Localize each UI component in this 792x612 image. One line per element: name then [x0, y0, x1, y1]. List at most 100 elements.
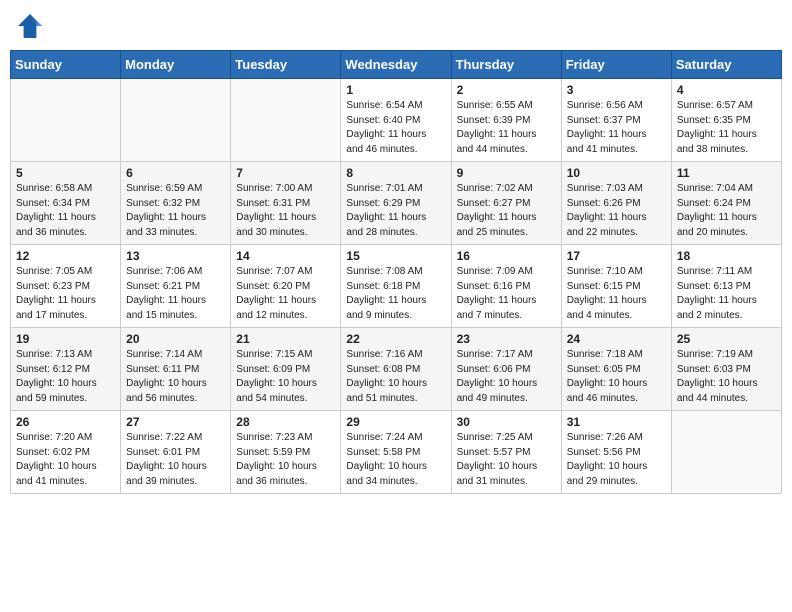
day-number: 31 [567, 415, 666, 429]
day-number: 24 [567, 332, 666, 346]
day-number: 28 [236, 415, 335, 429]
day-info: Sunrise: 6:54 AM Sunset: 6:40 PM Dayligh… [346, 99, 445, 157]
calendar-day-18: 18 Sunrise: 7:11 AM Sunset: 6:13 PM Dayli… [671, 245, 781, 328]
day-number: 7 [236, 166, 335, 180]
day-info: Sunrise: 7:14 AM Sunset: 6:11 PM Dayligh… [126, 348, 225, 406]
day-number: 10 [567, 166, 666, 180]
calendar-week-row: 5 Sunrise: 6:58 AM Sunset: 6:34 PM Daylig… [11, 162, 782, 245]
day-number: 25 [677, 332, 776, 346]
day-number: 6 [126, 166, 225, 180]
calendar-week-row: 26Sunrise: 7:20 AM Sunset: 6:02 PM Dayli… [11, 411, 782, 494]
weekday-header-sunday: Sunday [11, 51, 121, 79]
calendar-day-4: 4Sunrise: 6:57 AM Sunset: 6:35 PM Daylig… [671, 79, 781, 162]
weekday-header-monday: Monday [121, 51, 231, 79]
day-info: Sunrise: 7:05 AM Sunset: 6:23 PM Dayligh… [16, 265, 115, 323]
page-header [10, 10, 782, 42]
day-number: 9 [457, 166, 556, 180]
day-info: Sunrise: 7:09 AM Sunset: 6:16 PM Dayligh… [457, 265, 556, 323]
calendar-day-11: 11 Sunrise: 7:04 AM Sunset: 6:24 PM Dayli… [671, 162, 781, 245]
calendar-day-25: 25 Sunrise: 7:19 AM Sunset: 6:03 PM Dayli… [671, 328, 781, 411]
day-number: 1 [346, 83, 445, 97]
day-info: Sunrise: 7:19 AM Sunset: 6:03 PM Dayligh… [677, 348, 776, 406]
day-number: 8 [346, 166, 445, 180]
day-number: 23 [457, 332, 556, 346]
day-number: 30 [457, 415, 556, 429]
calendar-day-15: 15 Sunrise: 7:08 AM Sunset: 6:18 PM Dayli… [341, 245, 451, 328]
day-number: 12 [16, 249, 115, 263]
calendar-day-12: 12 Sunrise: 7:05 AM Sunset: 6:23 PM Dayli… [11, 245, 121, 328]
calendar-day-3: 3Sunrise: 6:56 AM Sunset: 6:37 PM Daylig… [561, 79, 671, 162]
day-info: Sunrise: 7:02 AM Sunset: 6:27 PM Dayligh… [457, 182, 556, 240]
day-info: Sunrise: 7:01 AM Sunset: 6:29 PM Dayligh… [346, 182, 445, 240]
calendar-day-29: 29 Sunrise: 7:24 AM Sunset: 5:58 PM Dayli… [341, 411, 451, 494]
calendar-day-2: 2 Sunrise: 6:55 AM Sunset: 6:39 PM Daylig… [451, 79, 561, 162]
day-number: 11 [677, 166, 776, 180]
calendar-day-31: 31 Sunrise: 7:26 AM Sunset: 5:56 PM Dayli… [561, 411, 671, 494]
day-number: 20 [126, 332, 225, 346]
weekday-header-row: SundayMondayTuesdayWednesdayThursdayFrid… [11, 51, 782, 79]
weekday-header-thursday: Thursday [451, 51, 561, 79]
day-number: 5 [16, 166, 115, 180]
day-number: 4 [677, 83, 776, 97]
calendar-day-22: 22 Sunrise: 7:16 AM Sunset: 6:08 PM Dayli… [341, 328, 451, 411]
day-info: Sunrise: 7:23 AM Sunset: 5:59 PM Dayligh… [236, 431, 335, 489]
calendar-day-6: 6Sunrise: 6:59 AM Sunset: 6:32 PM Daylig… [121, 162, 231, 245]
day-info: Sunrise: 6:55 AM Sunset: 6:39 PM Dayligh… [457, 99, 556, 157]
day-info: Sunrise: 7:18 AM Sunset: 6:05 PM Dayligh… [567, 348, 666, 406]
logo-icon [14, 10, 46, 42]
calendar-day-19: 19Sunrise: 7:13 AM Sunset: 6:12 PM Dayli… [11, 328, 121, 411]
day-info: Sunrise: 7:13 AM Sunset: 6:12 PM Dayligh… [16, 348, 115, 406]
day-number: 29 [346, 415, 445, 429]
empty-cell [121, 79, 231, 162]
day-info: Sunrise: 7:24 AM Sunset: 5:58 PM Dayligh… [346, 431, 445, 489]
weekday-header-friday: Friday [561, 51, 671, 79]
calendar-day-14: 14Sunrise: 7:07 AM Sunset: 6:20 PM Dayli… [231, 245, 341, 328]
day-info: Sunrise: 7:15 AM Sunset: 6:09 PM Dayligh… [236, 348, 335, 406]
day-number: 15 [346, 249, 445, 263]
day-number: 22 [346, 332, 445, 346]
calendar-day-13: 13 Sunrise: 7:06 AM Sunset: 6:21 PM Dayli… [121, 245, 231, 328]
day-info: Sunrise: 6:58 AM Sunset: 6:34 PM Dayligh… [16, 182, 115, 240]
day-number: 13 [126, 249, 225, 263]
empty-cell [11, 79, 121, 162]
day-info: Sunrise: 7:26 AM Sunset: 5:56 PM Dayligh… [567, 431, 666, 489]
day-info: Sunrise: 7:11 AM Sunset: 6:13 PM Dayligh… [677, 265, 776, 323]
day-info: Sunrise: 7:08 AM Sunset: 6:18 PM Dayligh… [346, 265, 445, 323]
day-info: Sunrise: 7:16 AM Sunset: 6:08 PM Dayligh… [346, 348, 445, 406]
calendar-day-7: 7 Sunrise: 7:00 AM Sunset: 6:31 PM Daylig… [231, 162, 341, 245]
empty-cell [231, 79, 341, 162]
day-info: Sunrise: 7:10 AM Sunset: 6:15 PM Dayligh… [567, 265, 666, 323]
day-number: 2 [457, 83, 556, 97]
day-number: 18 [677, 249, 776, 263]
calendar-day-27: 27 Sunrise: 7:22 AM Sunset: 6:01 PM Dayli… [121, 411, 231, 494]
calendar-day-26: 26Sunrise: 7:20 AM Sunset: 6:02 PM Dayli… [11, 411, 121, 494]
day-info: Sunrise: 7:20 AM Sunset: 6:02 PM Dayligh… [16, 431, 115, 489]
day-info: Sunrise: 7:04 AM Sunset: 6:24 PM Dayligh… [677, 182, 776, 240]
calendar-day-8: 8 Sunrise: 7:01 AM Sunset: 6:29 PM Daylig… [341, 162, 451, 245]
day-info: Sunrise: 7:06 AM Sunset: 6:21 PM Dayligh… [126, 265, 225, 323]
day-info: Sunrise: 7:00 AM Sunset: 6:31 PM Dayligh… [236, 182, 335, 240]
calendar-week-row: 19Sunrise: 7:13 AM Sunset: 6:12 PM Dayli… [11, 328, 782, 411]
day-number: 14 [236, 249, 335, 263]
calendar-day-21: 21 Sunrise: 7:15 AM Sunset: 6:09 PM Dayli… [231, 328, 341, 411]
logo [14, 10, 50, 42]
empty-cell [671, 411, 781, 494]
day-info: Sunrise: 7:22 AM Sunset: 6:01 PM Dayligh… [126, 431, 225, 489]
weekday-header-tuesday: Tuesday [231, 51, 341, 79]
calendar-table: SundayMondayTuesdayWednesdayThursdayFrid… [10, 50, 782, 494]
day-number: 3 [567, 83, 666, 97]
calendar-day-9: 9 Sunrise: 7:02 AM Sunset: 6:27 PM Daylig… [451, 162, 561, 245]
calendar-week-row: 12 Sunrise: 7:05 AM Sunset: 6:23 PM Dayli… [11, 245, 782, 328]
weekday-header-saturday: Saturday [671, 51, 781, 79]
calendar-day-28: 28 Sunrise: 7:23 AM Sunset: 5:59 PM Dayli… [231, 411, 341, 494]
calendar-day-10: 10Sunrise: 7:03 AM Sunset: 6:26 PM Dayli… [561, 162, 671, 245]
calendar-day-20: 20 Sunrise: 7:14 AM Sunset: 6:11 PM Dayli… [121, 328, 231, 411]
calendar-day-5: 5 Sunrise: 6:58 AM Sunset: 6:34 PM Daylig… [11, 162, 121, 245]
day-info: Sunrise: 7:17 AM Sunset: 6:06 PM Dayligh… [457, 348, 556, 406]
calendar-day-17: 17 Sunrise: 7:10 AM Sunset: 6:15 PM Dayli… [561, 245, 671, 328]
day-info: Sunrise: 7:25 AM Sunset: 5:57 PM Dayligh… [457, 431, 556, 489]
day-number: 21 [236, 332, 335, 346]
day-number: 17 [567, 249, 666, 263]
calendar-day-24: 24 Sunrise: 7:18 AM Sunset: 6:05 PM Dayli… [561, 328, 671, 411]
day-number: 27 [126, 415, 225, 429]
